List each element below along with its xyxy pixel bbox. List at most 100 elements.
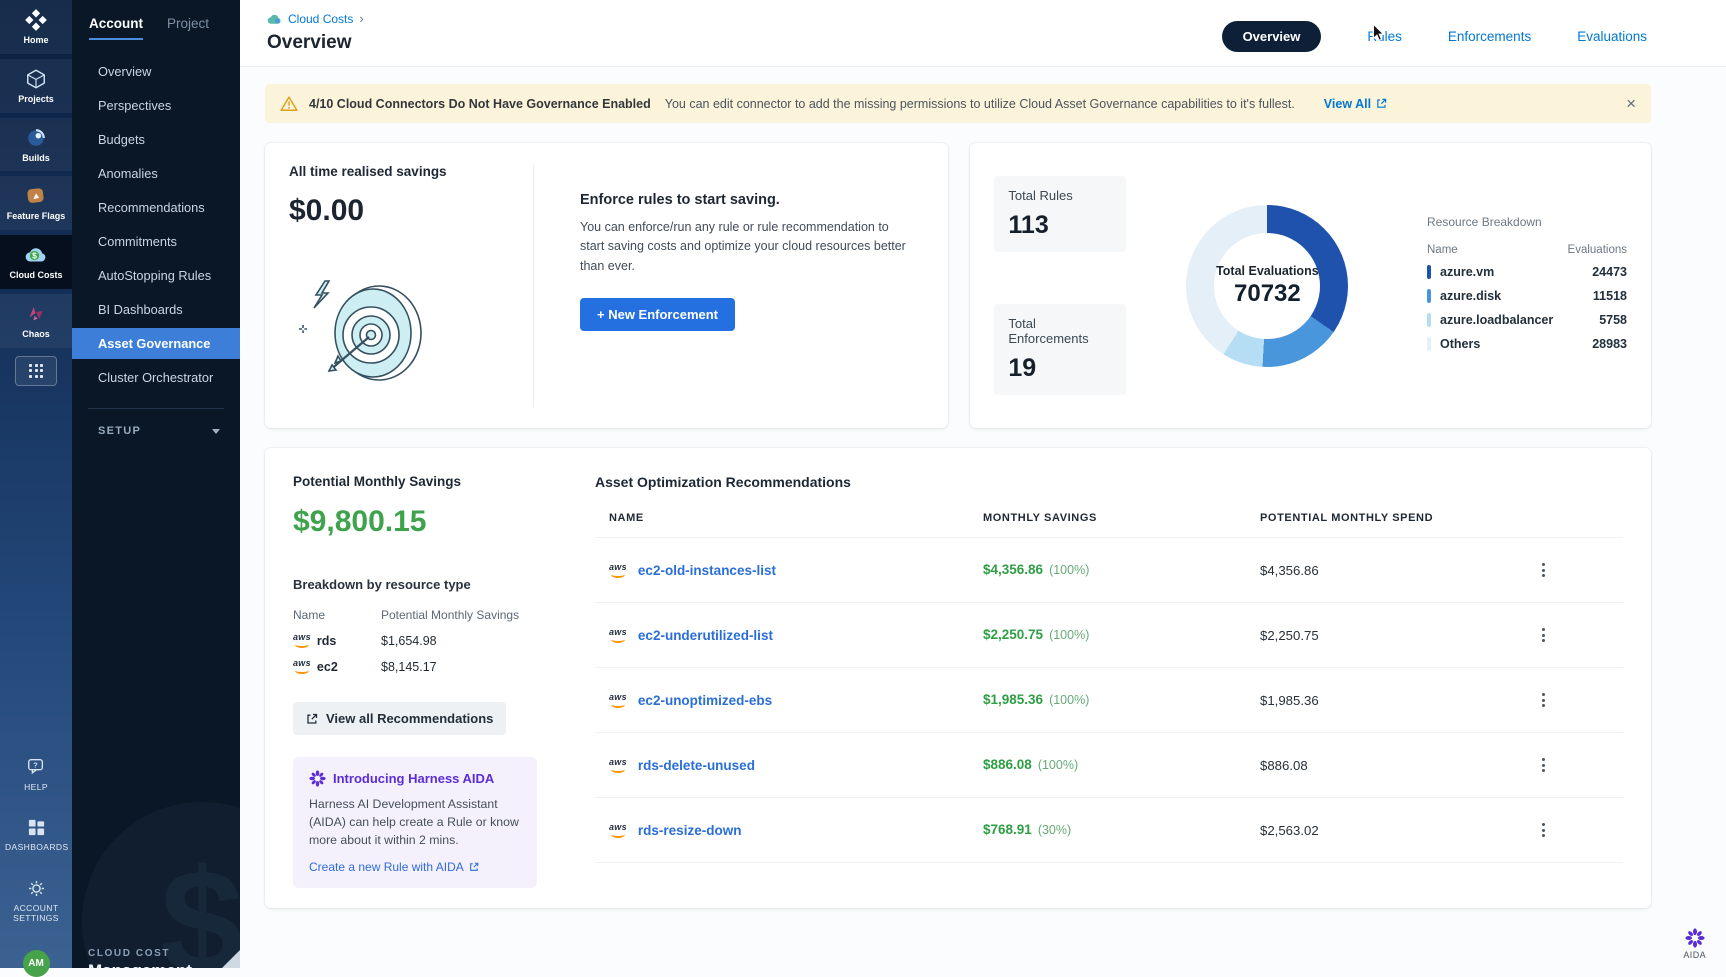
rail-item-chaos[interactable]: Chaos (0, 294, 72, 348)
sidebar-item-anomalies[interactable]: Anomalies (72, 158, 240, 189)
sidebar-collapse-handle[interactable] (222, 950, 240, 968)
cloud-costs-icon: $ (24, 244, 48, 266)
banner-close-icon[interactable]: × (1626, 95, 1636, 112)
rail-item-label: Cloud Costs (10, 270, 63, 281)
breadcrumb-link-cloud-costs[interactable]: Cloud Costs (288, 12, 353, 26)
breakdown-row: azure.loadbalancer 5758 (1427, 308, 1627, 332)
row-menu-kebab-icon[interactable] (1538, 624, 1549, 646)
sidebar-item-recommendations[interactable]: Recommendations (72, 192, 240, 223)
main-area: Cloud Costs › Overview Overview Rules En… (240, 0, 1726, 968)
resource-type-breakdown-title: Breakdown by resource type (293, 577, 561, 592)
row-menu-kebab-icon[interactable] (1538, 819, 1549, 841)
resource-name: rds (317, 634, 336, 648)
tab-rules[interactable]: Rules (1367, 29, 1402, 44)
help-icon: ? (25, 757, 47, 777)
tab-project[interactable]: Project (167, 16, 209, 40)
sidebar-item-budgets[interactable]: Budgets (72, 124, 240, 155)
create-rule-with-aida-link[interactable]: Create a new Rule with AIDA (309, 860, 521, 874)
page-header: Cloud Costs › Overview Overview Rules En… (240, 0, 1726, 67)
col-savings-label: Potential Monthly Savings (381, 608, 519, 622)
top-tabs: Overview Rules Enforcements Evaluations (1222, 19, 1647, 54)
dashboards-button[interactable]: DASHBOARDS (5, 818, 67, 853)
summary-row: All time realised savings $0.00 (265, 143, 1651, 428)
module-rail: Home Projects Builds Feature Flags $ Clo… (0, 0, 72, 968)
warning-icon (280, 95, 298, 112)
rail-item-home[interactable]: Home (0, 0, 72, 54)
breakdown-row: azure.disk 11518 (1427, 284, 1627, 308)
page-title: Overview (267, 32, 364, 54)
row-menu-kebab-icon[interactable] (1538, 559, 1549, 581)
breakdown-col-name: Name (1427, 244, 1458, 256)
legend-label: azure.vm (1440, 265, 1494, 279)
row-menu-kebab-icon[interactable] (1538, 754, 1549, 776)
rail-item-projects[interactable]: Projects (0, 59, 72, 113)
donut-center-value: 70732 (1234, 280, 1301, 308)
savings-percent: (100%) (1049, 628, 1089, 642)
governance-overview-card: Total Rules 113 Total Enforcements 19 To… (970, 143, 1651, 428)
potential-spend-value: $886.08 (1260, 758, 1530, 773)
recommendation-link[interactable]: ec2-unoptimized-ebs (638, 693, 772, 708)
savings-percent: (100%) (1049, 563, 1089, 577)
breakdown-row: Others 28983 (1427, 332, 1627, 356)
rail-item-feature-flags[interactable]: Feature Flags (0, 176, 72, 230)
resource-type-row: awsec2 $8,145.17 (293, 659, 561, 674)
builds-icon (25, 127, 47, 149)
rail-item-builds[interactable]: Builds (0, 118, 72, 172)
savings-percent: (100%) (1038, 758, 1078, 772)
sidebar-footer-line2: Management (88, 961, 192, 968)
potential-savings-value: $9,800.15 (293, 505, 561, 539)
rail-item-cloud-costs[interactable]: $ Cloud Costs (0, 235, 72, 289)
recommendation-link[interactable]: ec2-old-instances-list (638, 563, 776, 578)
resource-type-header: Name Potential Monthly Savings (293, 608, 561, 622)
rail-bottom-label: HELP (24, 782, 48, 793)
sidebar-item-asset-governance[interactable]: Asset Governance (72, 328, 240, 359)
sidebar-item-overview[interactable]: Overview (72, 56, 240, 87)
chaos-icon (25, 303, 47, 325)
table-row: awsrds-delete-unused $886.08(100%) $886.… (595, 733, 1623, 798)
enforce-title: Enforce rules to start saving. (580, 192, 916, 208)
legend-chip (1427, 265, 1431, 279)
recommendation-link[interactable]: rds-resize-down (638, 823, 742, 838)
rail-bottom-label: ACCOUNT SETTINGS (5, 903, 67, 924)
row-menu-kebab-icon[interactable] (1538, 689, 1549, 711)
aida-assistant-button[interactable]: AIDA (1683, 928, 1706, 960)
dashboards-icon (27, 818, 46, 837)
savings-percent: (100%) (1049, 693, 1089, 707)
aida-title: Introducing Harness AIDA (333, 771, 494, 786)
asset-optimization-table: Asset Optimization Recommendations NAME … (595, 474, 1623, 888)
potential-spend-value: $1,985.36 (1260, 693, 1530, 708)
tab-overview[interactable]: Overview (1222, 21, 1322, 52)
aws-icon: aws (609, 823, 627, 838)
sidebar-item-cluster-orchestrator[interactable]: Cluster Orchestrator (72, 362, 240, 393)
monthly-savings-value: $768.91 (983, 822, 1032, 837)
legend-value: 11518 (1593, 289, 1627, 303)
legend-chip (1427, 337, 1431, 351)
tab-evaluations[interactable]: Evaluations (1577, 29, 1647, 44)
banner-title: 4/10 Cloud Connectors Do Not Have Govern… (309, 97, 651, 111)
scope-tabs: Account Project (72, 0, 240, 40)
tab-enforcements[interactable]: Enforcements (1448, 29, 1531, 44)
setup-section-toggle[interactable]: SETUP (72, 409, 240, 437)
view-all-recommendations-button[interactable]: View all Recommendations (293, 702, 506, 735)
total-rules-value: 113 (1008, 211, 1112, 240)
new-enforcement-button[interactable]: + New Enforcement (580, 298, 735, 331)
module-grid-button[interactable] (15, 356, 57, 386)
account-settings-button[interactable]: ACCOUNT SETTINGS (5, 879, 67, 924)
banner-view-all-link[interactable]: View All (1324, 97, 1387, 111)
sidebar-item-perspectives[interactable]: Perspectives (72, 90, 240, 121)
recommendation-link[interactable]: rds-delete-unused (638, 758, 755, 773)
tab-account[interactable]: Account (89, 16, 143, 40)
resource-type-row: awsrds $1,654.98 (293, 633, 561, 648)
aws-icon: aws (609, 758, 627, 773)
recommendation-link[interactable]: ec2-underutilized-list (638, 628, 773, 643)
target-illustration (291, 271, 431, 391)
total-enforcements-tile: Total Enforcements 19 (994, 304, 1126, 395)
sidebar-item-commitments[interactable]: Commitments (72, 226, 240, 257)
total-rules-tile: Total Rules 113 (994, 176, 1126, 252)
help-button[interactable]: ? HELP (24, 757, 48, 793)
legend-chip (1427, 313, 1431, 327)
sidebar-item-bi-dashboards[interactable]: BI Dashboards (72, 294, 240, 325)
sidebar-item-autostopping-rules[interactable]: AutoStopping Rules (72, 260, 240, 291)
donut-center-label: Total Evaluations (1216, 264, 1319, 278)
user-avatar[interactable]: AM (23, 950, 50, 977)
